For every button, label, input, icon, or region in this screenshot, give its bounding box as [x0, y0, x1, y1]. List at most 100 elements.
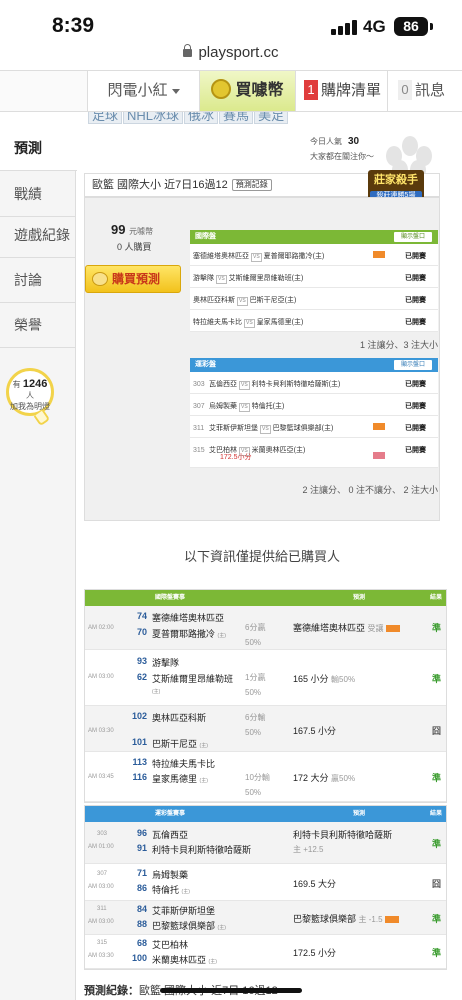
- home-team: 特倫托(主): [251, 403, 285, 410]
- prediction-pick: 165 小分: [293, 674, 329, 684]
- visitor-stats: 今日人氣 30 大家都在關注你～: [310, 134, 430, 164]
- sidebar-item-honor[interactable]: 榮譽: [0, 303, 76, 348]
- score: 86: [136, 883, 147, 893]
- prediction-line: 主 -1.5: [358, 915, 383, 924]
- home-team: 巴斯干尼亞(主): [249, 297, 297, 304]
- score: 71: [136, 868, 147, 878]
- score: 62: [136, 672, 147, 682]
- intl-table-header: 國際盤賽事 預測 結果: [85, 590, 446, 606]
- team-name-text: 巴黎籃球俱樂部: [152, 921, 216, 931]
- prediction-pick: 利特卡貝利斯特徹哈薩斯: [293, 830, 393, 840]
- sidebar-item-discussion[interactable]: 討論: [0, 258, 76, 303]
- home-tag: (主): [199, 778, 208, 784]
- table-row: AM 03:45 113 特拉維夫馬卡比 116 皇家馬德里 (主) 10分輸 50%…: [85, 752, 446, 802]
- intl-games-box: 國際盤 顯示盤口 塞德維塔奧林匹亞 VS 夏普爾耶路撒冷(主) 已開賽 游擊隊 VS 艾斯維…: [190, 230, 438, 332]
- team-name: 艾巴柏林: [152, 940, 189, 950]
- game-status: 已開賽: [405, 425, 426, 432]
- prediction-extra: 受讓: [367, 624, 384, 633]
- team-name: 利特卡貝利斯特徹哈薩斯: [152, 845, 252, 855]
- show-odds-button[interactable]: 顯示盤口: [394, 360, 432, 370]
- result: 準: [432, 623, 442, 633]
- sidebar-item-game-log[interactable]: 遊戲紀錄: [0, 213, 76, 258]
- game-status: 已開賽: [405, 403, 426, 410]
- bulb-prefix: 有: [12, 380, 21, 389]
- game-number: 307: [193, 403, 205, 410]
- sport-tag[interactable]: 美足: [254, 112, 289, 124]
- url-bar[interactable]: playsport.cc: [0, 44, 462, 70]
- intl-box-header: 國際盤 顯示盤口: [190, 230, 438, 244]
- score: 113: [132, 757, 147, 767]
- cart-button[interactable]: 1 購牌清單: [296, 71, 388, 111]
- sidebar-item-predict[interactable]: 預測: [0, 126, 77, 171]
- vs-icon: VS: [251, 253, 262, 262]
- team-name: 艾斯維爾里昂維勒班 (主): [152, 672, 233, 695]
- bulb-suffix: 人: [26, 391, 34, 400]
- footer-label: 預測紀錄：: [84, 985, 139, 997]
- sidebar: 預測 戰績 遊戲紀錄 討論 榮譽 有 1246 人 加我為明燈: [0, 126, 77, 1000]
- prediction: 167.5 小分: [293, 724, 336, 737]
- home-indicator[interactable]: [160, 988, 302, 993]
- sport-tag[interactable]: 足球: [88, 112, 123, 124]
- sport-tag[interactable]: NHL冰球: [123, 112, 184, 124]
- messages-button[interactable]: 0 訊息: [388, 71, 462, 111]
- team-name: 米蘭奧林匹亞 (主): [152, 953, 217, 966]
- prediction: 塞德維塔奧林匹亞 受讓: [293, 621, 400, 634]
- team-name-text: 艾斯維爾里昂維勒班: [152, 674, 234, 684]
- vs-icon: VS: [244, 319, 255, 328]
- price-unit: 元噱幣: [129, 227, 154, 236]
- game-row: 315 艾巴柏林 VS 米蘭奧林匹亞(主) 172.5小分 已開賽: [190, 438, 438, 468]
- vs-icon: VS: [239, 403, 250, 412]
- score: 101: [131, 737, 147, 747]
- prediction-extra: 贏50%: [331, 774, 356, 783]
- home-tag: (主): [181, 889, 190, 895]
- user-menu[interactable]: 閃電小紅: [88, 71, 200, 111]
- sport-tag[interactable]: 賽馬: [219, 112, 254, 124]
- buy-prediction-button[interactable]: 購買預測: [85, 265, 181, 293]
- game-number: 315: [97, 940, 108, 946]
- caret-down-icon: [171, 88, 180, 94]
- show-odds-button[interactable]: 顯示盤口: [394, 232, 432, 242]
- score: 93: [136, 656, 147, 666]
- price-value: 99: [111, 222, 126, 237]
- handicap-line: 6分贏: [245, 623, 266, 632]
- price: 99 元噱幣: [111, 222, 153, 237]
- intl-result-table: 國際盤賽事 預測 結果 AM 02:00 74 塞德維塔奧林匹亞 70 夏普爾耶路撒…: [84, 589, 447, 803]
- prediction-pick: 172 大分: [293, 773, 329, 783]
- sidebar-item-record[interactable]: 戰績: [0, 172, 76, 217]
- prediction-record-tag[interactable]: 預測記錄: [231, 179, 272, 192]
- team-name: 奧林匹亞科斯: [152, 713, 207, 723]
- handicap: 6分贏 50%: [245, 620, 265, 650]
- buy-coins-button[interactable]: 買噱幣: [200, 71, 296, 111]
- game-row: 游擊隊 VS 艾斯維爾里昂維勒班(主) 已開賽: [190, 266, 438, 288]
- lightbulb-badge[interactable]: 有 1246 人 加我為明燈: [6, 368, 54, 416]
- game-row: 奧林匹亞科斯 VS 巴斯干尼亞(主) 已開賽: [190, 288, 438, 310]
- prediction: 172 大分 贏50%: [293, 771, 355, 784]
- prediction-pick: 巴黎籃球俱樂部: [293, 914, 357, 924]
- team-name: 瓦倫西亞: [152, 830, 189, 840]
- lottery-games-box: 運彩盤 顯示盤口 303 瓦倫西亞 VS 利特卡貝利斯特徹哈薩斯(主) 已開賽 307 烏姆…: [190, 358, 438, 468]
- lottery-box-header: 運彩盤 顯示盤口: [190, 358, 438, 372]
- prediction-extra: 輸50%: [331, 675, 356, 684]
- team-name: 皇家馬德里 (主): [152, 772, 208, 785]
- game-number: 315: [193, 447, 205, 454]
- clock: 8:39: [52, 14, 95, 37]
- handicap-pct: 50%: [245, 728, 262, 737]
- game-time: AM 03:00: [88, 919, 114, 925]
- away-team: 塞德維塔奧林匹亞: [193, 253, 249, 260]
- game-row: 311 艾菲斯伊斯坦堡 VS 巴黎籃球俱樂部(主) 已開賽: [190, 416, 438, 438]
- handicap: 1分贏 50%: [245, 670, 265, 700]
- handicap: 6分輸 50%: [245, 710, 265, 740]
- team-name: 烏姆製藥: [152, 870, 189, 880]
- sport-tag[interactable]: 俄冰: [184, 112, 219, 124]
- coin-icon: [211, 78, 232, 99]
- game-teams: 游擊隊 VS 艾斯維爾里昂維勒班(主): [193, 273, 303, 284]
- user-name: 閃電小紅: [107, 82, 168, 99]
- col-header: 結果: [430, 811, 443, 817]
- handicap-line: 10分輸: [245, 773, 270, 782]
- score: 100: [131, 953, 147, 963]
- game-status: 已開賽: [405, 447, 426, 454]
- cart-count-badge: 1: [304, 80, 318, 101]
- team-name: 塞德維塔奧林匹亞: [152, 613, 225, 623]
- game-time: AM 01:00: [88, 844, 114, 850]
- prediction-card: 99 元噱幣 0 人購買 購買預測 國際盤 顯示盤口 塞德維塔奧林匹亞 VS 夏普爾耶…: [84, 197, 440, 521]
